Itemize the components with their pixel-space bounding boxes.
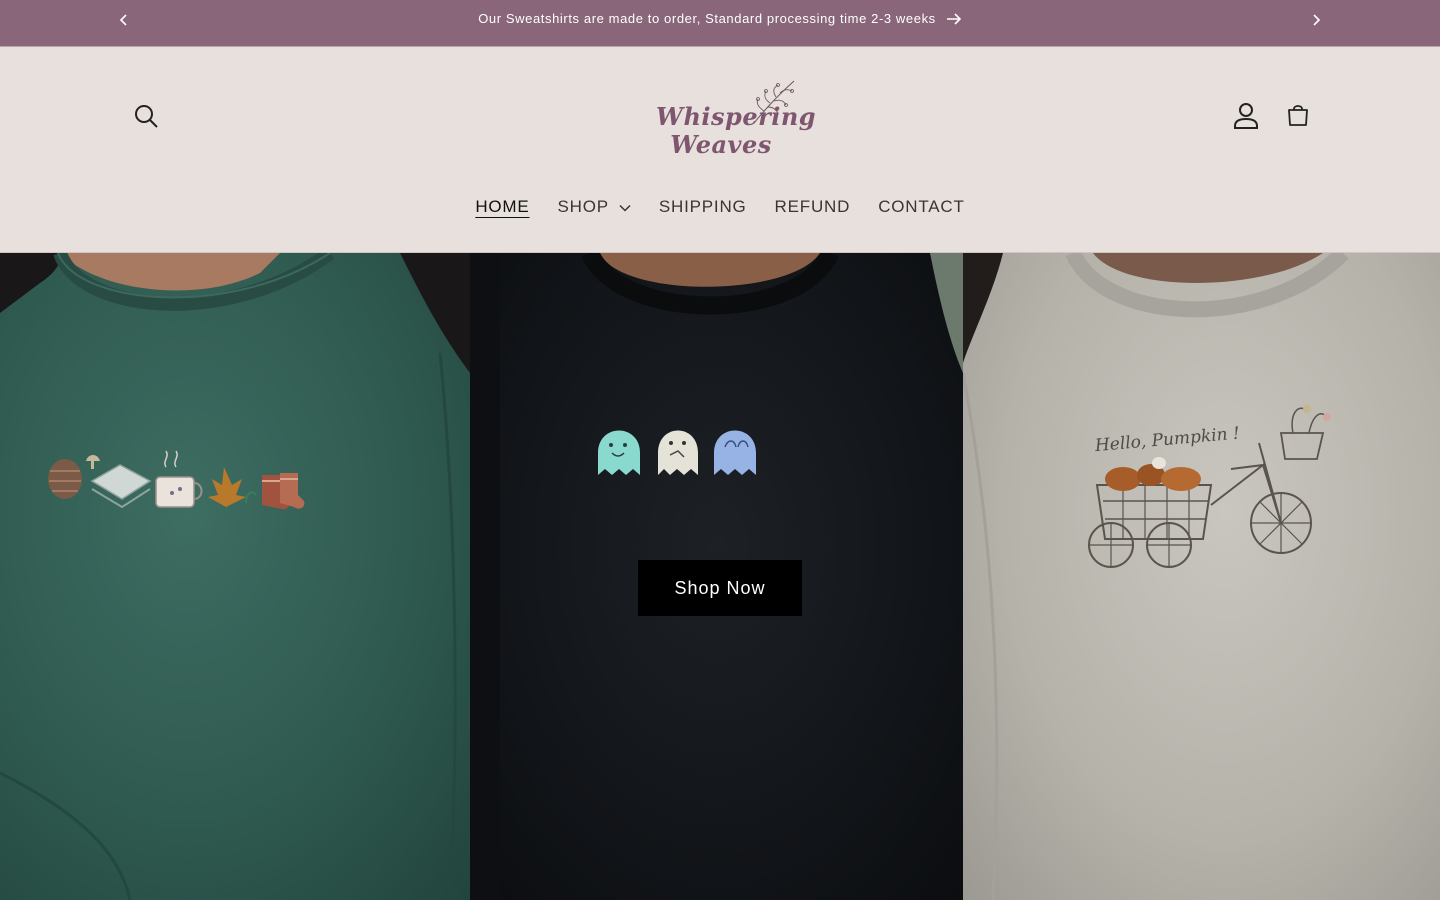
main-nav: HOME SHOP SHIPPING REFUND CONTACT	[0, 194, 1440, 220]
shop-now-button[interactable]: Shop Now	[638, 560, 802, 616]
search-button[interactable]	[126, 98, 166, 138]
cart-button[interactable]	[1278, 98, 1318, 138]
nav-item-label: SHOP	[557, 197, 609, 216]
nav-item-contact[interactable]: CONTACT	[864, 194, 979, 220]
logo-wordmark: Whispering Weaves	[656, 103, 816, 159]
site-header: Whispering Weaves HOME SHOP SHIPPING REF…	[0, 47, 1440, 253]
announcement-next-button[interactable]	[1304, 10, 1328, 34]
cart-icon	[1286, 104, 1310, 133]
hero-banner: Hello, Pumpkin ! Shop Now	[0, 253, 1440, 900]
arrow-right-icon	[946, 12, 962, 25]
site-logo[interactable]: Whispering Weaves	[640, 75, 816, 167]
nav-item-label: HOME	[475, 197, 530, 216]
nav-item-shop[interactable]: SHOP	[544, 194, 645, 220]
nav-item-label: CONTACT	[878, 197, 965, 216]
embroidery-text: Hello, Pumpkin !	[1093, 424, 1240, 457]
nav-item-shipping[interactable]: SHIPPING	[645, 194, 761, 220]
account-button[interactable]	[1226, 98, 1266, 138]
nav-item-label: SHIPPING	[658, 197, 747, 216]
nav-item-refund[interactable]: REFUND	[761, 194, 865, 220]
announcement-bar: Our Sweatshirts are made to order, Stand…	[0, 0, 1440, 47]
announcement-link[interactable]: Our Sweatshirts are made to order, Stand…	[0, 11, 1440, 26]
nav-item-home[interactable]: HOME	[461, 194, 543, 220]
nav-item-label: REFUND	[774, 197, 851, 216]
logo-line-2: Weaves	[670, 130, 772, 159]
search-icon	[133, 103, 159, 134]
user-icon	[1233, 102, 1259, 135]
chevron-down-icon	[619, 204, 631, 212]
announcement-text: Our Sweatshirts are made to order, Stand…	[478, 11, 936, 26]
chevron-right-icon	[1311, 13, 1321, 32]
logo-line-1: Whispering	[656, 102, 817, 131]
hero-image-green-sweatshirt	[0, 253, 470, 900]
hero-image-cream-sweatshirt: Hello, Pumpkin !	[963, 253, 1440, 900]
